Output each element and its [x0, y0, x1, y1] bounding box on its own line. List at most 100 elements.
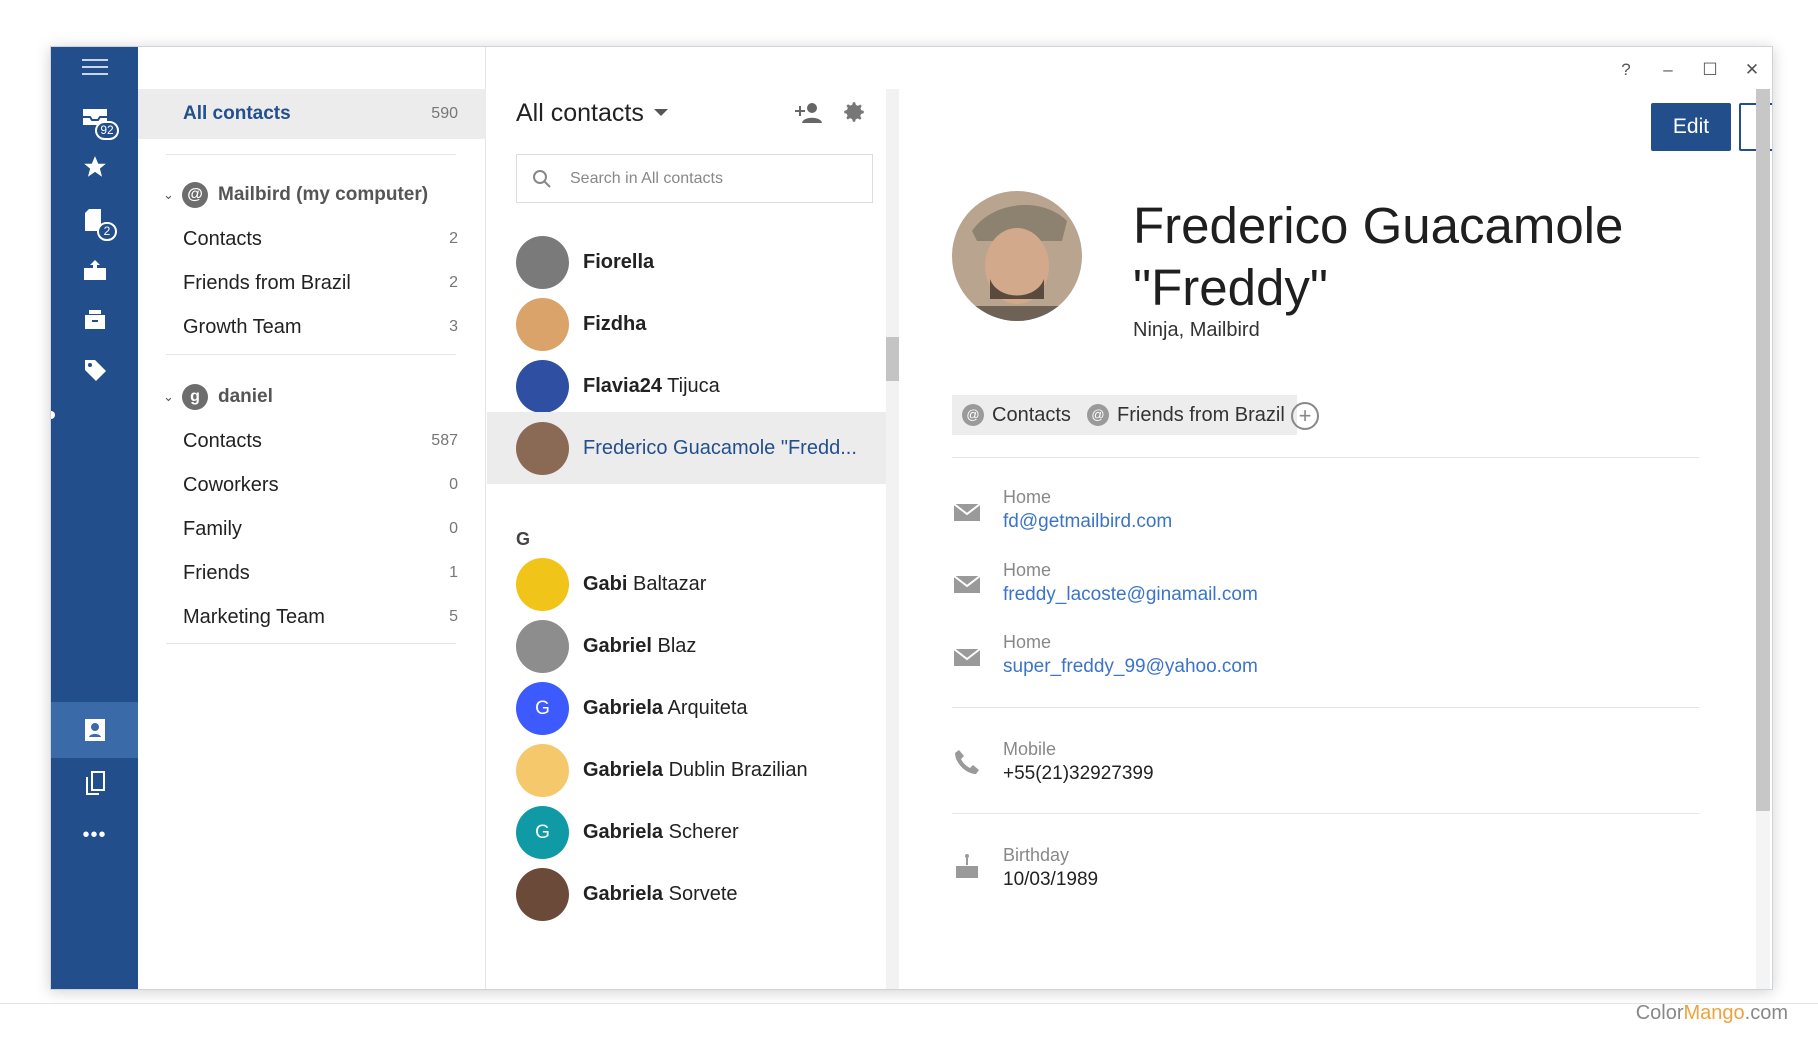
group-label: Family	[183, 517, 242, 540]
contact-name: Flavia24 Tijuca	[583, 374, 720, 397]
avatar	[516, 235, 569, 289]
group-item-marketing-team[interactable]: Marketing Team 5	[138, 592, 486, 642]
email-link[interactable]: fd@getmailbird.com	[1003, 511, 1172, 533]
chevron-down-icon[interactable]: ⌄	[163, 389, 174, 405]
email-type-label: Home	[1003, 487, 1052, 507]
group-item-growth-team[interactable]: Growth Team 3	[138, 302, 486, 352]
phone-icon	[955, 750, 979, 774]
copy-icon	[85, 771, 105, 795]
drafts-button[interactable]: 2	[51, 192, 138, 248]
apps-button[interactable]	[51, 755, 138, 811]
contact-job-title: Ninja, Mailbird	[1133, 319, 1260, 341]
contact-name: Gabriela Scherer	[583, 820, 739, 843]
starred-button[interactable]	[51, 139, 138, 195]
group-label: Contacts	[183, 227, 262, 250]
phone-number[interactable]: +55(21)32927399	[1003, 763, 1154, 785]
group-label: Contacts	[183, 429, 262, 452]
divider	[166, 154, 456, 155]
contacts-button[interactable]	[51, 702, 138, 758]
contact-avatar	[952, 191, 1082, 321]
star-icon	[83, 156, 106, 177]
list-settings-button[interactable]	[841, 99, 871, 129]
tags-button[interactable]	[51, 342, 138, 398]
group-label: Friends	[183, 561, 250, 584]
avatar	[516, 359, 569, 413]
contact-name: Gabriela Arquiteta	[583, 696, 748, 719]
birthday-value: 10/03/1989	[1003, 869, 1099, 890]
email-type-label: Home	[1003, 560, 1052, 580]
group-letter-header: G	[516, 529, 531, 549]
tag-contacts[interactable]: @ Contacts	[952, 395, 1083, 435]
inbox-button[interactable]: 92	[51, 89, 138, 145]
drafts-badge: 2	[97, 222, 117, 241]
add-tag-button[interactable]: +	[1291, 402, 1319, 430]
avatar: G	[516, 805, 569, 859]
group-count: 2	[449, 274, 458, 291]
account-mailbird[interactable]: ⌄ @ Mailbird (my computer)	[138, 170, 486, 220]
tag-icon	[84, 360, 106, 381]
contact-groups-pane: All contacts 590 ⌄ @ Mailbird (my comput…	[138, 47, 486, 989]
avatar	[516, 421, 569, 475]
help-button[interactable]: ?	[1611, 55, 1641, 85]
email-link[interactable]: super_freddy_99@yahoo.com	[1003, 656, 1258, 678]
caret-down-icon[interactable]	[654, 109, 668, 116]
contact-row-gabriela-sorvete[interactable]: Gabriela Sorvete	[487, 858, 887, 930]
contact-list-title[interactable]: All contacts	[516, 99, 644, 128]
list-scrollbar[interactable]	[886, 89, 899, 989]
account-daniel[interactable]: ⌄ g daniel	[138, 372, 486, 422]
more-button[interactable]: •••	[51, 807, 138, 863]
group-item-coworkers[interactable]: Coworkers 0	[138, 460, 486, 510]
rail-indicator-dot	[51, 411, 55, 419]
at-icon: @	[1087, 404, 1109, 426]
detail-scrollbar-thumb[interactable]	[1756, 89, 1770, 811]
contact-name: Gabriela Sorvete	[583, 882, 738, 905]
all-contacts-count: 590	[431, 105, 458, 122]
group-count: 0	[449, 520, 458, 537]
group-count: 0	[449, 476, 458, 493]
navigation-rail: 92 2 •••	[51, 47, 138, 989]
group-count: 2	[449, 230, 458, 247]
archive-button[interactable]	[51, 292, 138, 348]
all-contacts-item[interactable]: All contacts 590	[138, 89, 486, 139]
divider	[952, 707, 1699, 708]
hamburger-menu-button[interactable]	[51, 47, 138, 87]
tag-friends-from-brazil[interactable]: @ Friends from Brazil	[1077, 395, 1297, 435]
group-count: 587	[431, 432, 458, 449]
edit-button[interactable]: Edit	[1651, 103, 1731, 151]
group-item-family[interactable]: Family 0	[138, 504, 486, 554]
search-placeholder: Search in All contacts	[570, 169, 723, 187]
close-button[interactable]: ✕	[1737, 55, 1767, 85]
contact-row-frederico[interactable]: Frederico Guacamole "Fredd...	[487, 412, 887, 484]
contact-name: Gabriela Dublin Brazilian	[583, 758, 808, 781]
group-item-contacts[interactable]: Contacts 587	[138, 416, 486, 466]
contacts-book-icon	[84, 719, 105, 741]
contact-full-name: Frederico Guacamole "Freddy"	[1133, 197, 1624, 316]
avatar	[516, 743, 569, 797]
group-item-friends-from-brazil[interactable]: Friends from Brazil 2	[138, 258, 486, 308]
app-window: 92 2 ••• All contacts 590 ⌄ @ Mailbird (…	[50, 46, 1773, 990]
search-icon	[533, 169, 551, 188]
group-label: Coworkers	[183, 473, 279, 496]
at-icon: @	[962, 404, 984, 426]
maximize-button[interactable]: ☐	[1695, 55, 1725, 85]
footer-divider	[0, 1003, 1818, 1004]
outbox-icon	[83, 260, 106, 280]
minimize-button[interactable]: –	[1653, 55, 1683, 85]
phone-type-label: Mobile	[1003, 739, 1057, 759]
contact-name: Fizdha	[583, 312, 647, 335]
list-scrollbar-thumb[interactable]	[886, 337, 899, 381]
divider	[166, 354, 456, 355]
group-count: 1	[449, 564, 458, 581]
avatar	[516, 557, 569, 611]
contact-search-input[interactable]: Search in All contacts	[516, 154, 873, 203]
chevron-down-icon[interactable]: ⌄	[163, 187, 174, 203]
group-item-contacts[interactable]: Contacts 2	[138, 214, 486, 264]
avatar	[516, 297, 569, 351]
sent-button[interactable]	[51, 242, 138, 298]
add-contact-button[interactable]	[793, 99, 825, 131]
email-link[interactable]: freddy_lacoste@ginamail.com	[1003, 584, 1258, 606]
group-item-friends[interactable]: Friends 1	[138, 548, 486, 598]
menu-icon	[81, 59, 108, 75]
avatar: G	[516, 681, 569, 735]
archive-icon	[84, 310, 105, 329]
